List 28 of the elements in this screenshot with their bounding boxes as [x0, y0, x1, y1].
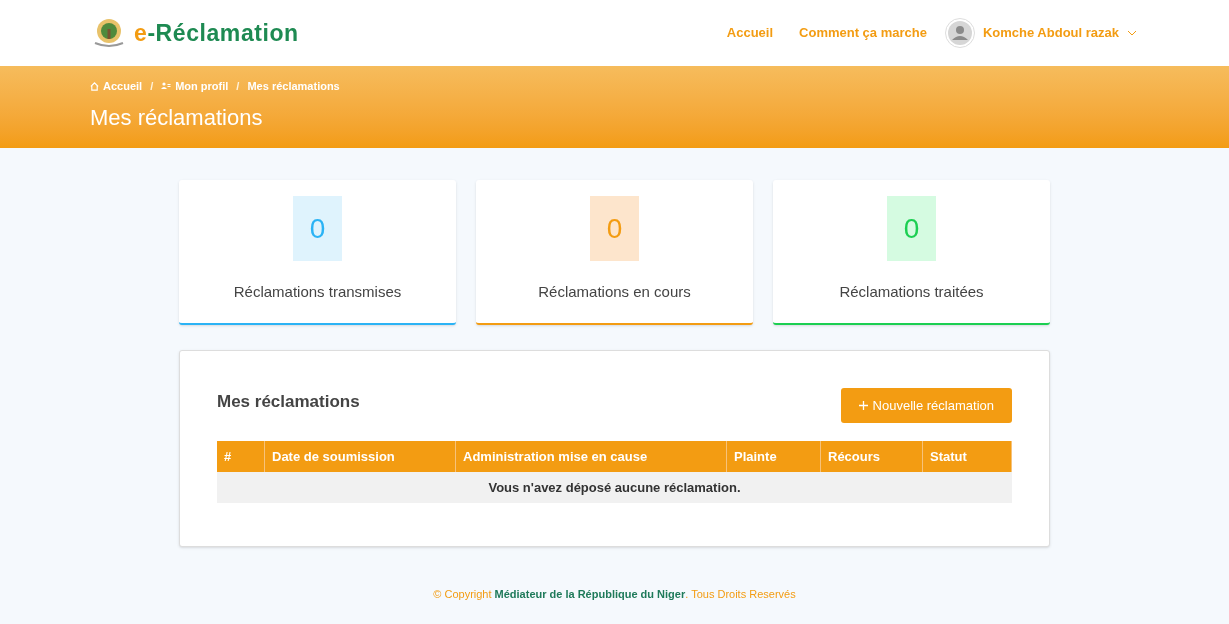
breadcrumb-link[interactable]: Accueil: [103, 78, 143, 95]
stat-count: 0: [293, 196, 342, 261]
breadcrumb-separator: /: [236, 79, 240, 94]
user-avatar-icon[interactable]: [944, 18, 975, 48]
breadcrumb-link[interactable]: Mon profil: [175, 78, 229, 95]
stat-label: Réclamations traitées: [839, 282, 984, 302]
stat-label: Réclamations transmises: [233, 282, 402, 302]
breadcrumb-current: Mes réclamations: [247, 79, 340, 94]
empty-table-message: Vous n'avez déposé aucune réclamation.: [217, 472, 1012, 503]
panel-title: Mes réclamations: [217, 391, 360, 413]
footer-link[interactable]: Médiateur de la République du Niger: [494, 585, 686, 603]
copyright-text: © Copyright: [433, 586, 492, 602]
nav-link[interactable]: Comment ça marche: [799, 23, 927, 43]
new-claim-button[interactable]: Nouvelle réclamation: [840, 388, 1012, 423]
users-icon: [161, 82, 172, 91]
plus-icon: [858, 401, 868, 410]
nav-link[interactable]: Accueil: [726, 23, 774, 43]
stat-label: Réclamations en cours: [538, 282, 691, 302]
breadcrumb-separator: /: [150, 79, 154, 94]
stat-count: 0: [590, 196, 639, 261]
home-icon: [90, 81, 99, 91]
stat-count: 0: [887, 196, 936, 261]
page-title: Mes réclamations: [90, 103, 264, 132]
emblem-logo-icon: [92, 17, 126, 49]
user-name[interactable]: Komche Abdoul razak: [982, 23, 1119, 43]
rights-text: . Tous Droits Reservés: [685, 586, 796, 602]
site-logo[interactable]: e-Réclamation: [134, 15, 299, 51]
chevron-down-icon[interactable]: [1127, 30, 1137, 36]
